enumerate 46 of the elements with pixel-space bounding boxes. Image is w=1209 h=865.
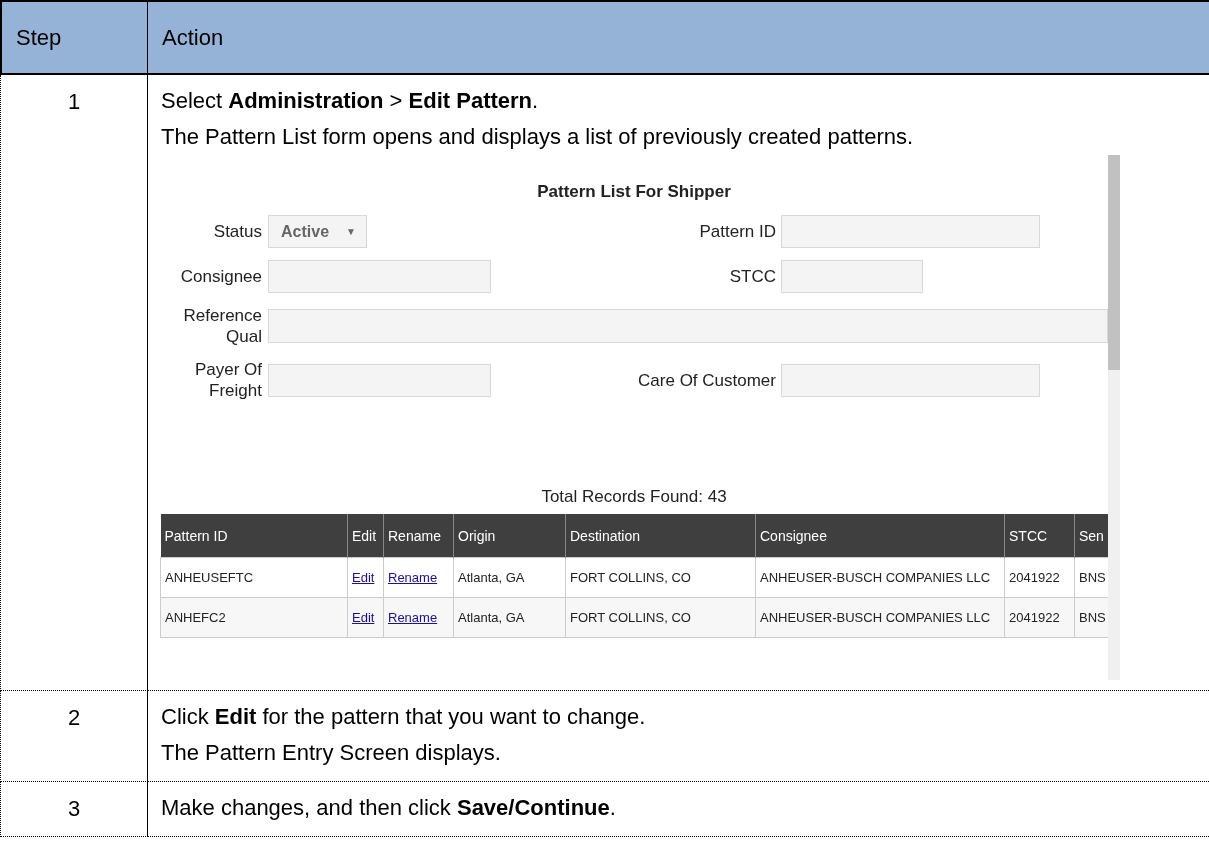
instruction-text: Make changes, and then click Save/Continue.: [161, 794, 617, 822]
step-number: 3: [67, 796, 81, 821]
field-label: Pattern ID: [698, 221, 776, 242]
step-number: 1: [67, 89, 81, 114]
field-label: STCC: [728, 266, 776, 287]
field-label: Status: [212, 221, 262, 242]
table-cell: Atlanta, GA: [453, 557, 566, 598]
input-field[interactable]: [781, 260, 923, 293]
field-label: Consignee: [179, 266, 262, 287]
table-cell: FORT COLLINS, CO: [565, 597, 756, 638]
status-dropdown[interactable]: Active ▼: [268, 215, 367, 248]
table-cell: ANHEUSEFTC: [160, 557, 348, 598]
input-field[interactable]: [781, 215, 1040, 248]
column-header: Rename: [383, 514, 454, 558]
column-header: Sen: [1074, 514, 1109, 558]
step-number: 2: [67, 705, 81, 730]
form-title: Pattern List For Shipper: [537, 181, 731, 203]
column-header: STCC: [1004, 514, 1075, 558]
table-cell: 2041922: [1004, 597, 1075, 638]
instruction-text: The Pattern List form opens and displays a list of previously created patterns.: [161, 123, 915, 151]
column-header: Origin: [453, 514, 566, 558]
table-cell: ANHEUSER-BUSCH COMPANIES LLC: [755, 597, 1005, 638]
caret-icon: ▼: [346, 221, 356, 242]
instruction-text: The Pattern Entry Screen displays.: [161, 739, 502, 767]
instruction-text: Click Edit for the pattern that you want to change.: [161, 703, 647, 731]
field-label: Care Of Customer: [637, 369, 776, 391]
table-cell: ANHEFC2: [160, 597, 348, 638]
column-header: Step: [0, 0, 148, 75]
table-cell: 2041922: [1004, 557, 1075, 598]
table-cell: ANHEUSER-BUSCH COMPANIES LLC: [755, 557, 1005, 598]
column-header: Edit: [347, 514, 384, 558]
table-cell: Atlanta, GA: [453, 597, 566, 638]
table-cell: FORT COLLINS, CO: [565, 557, 756, 598]
instruction-text: Select Administration > Edit Pattern.: [161, 87, 540, 115]
column-header: Pattern ID: [160, 514, 348, 558]
records-count: Total Records Found: 43: [540, 486, 728, 508]
input-field[interactable]: [781, 363, 1040, 397]
input-field[interactable]: [268, 363, 491, 397]
scrollbar[interactable]: [1108, 155, 1120, 680]
input-field[interactable]: [268, 309, 1108, 343]
field-label: Payer Of Freight: [193, 359, 262, 401]
column-header: Action: [148, 0, 1209, 75]
column-header: Destination: [565, 514, 756, 558]
column-header: Consignee: [755, 514, 1005, 558]
input-field[interactable]: [268, 260, 491, 293]
field-label: Reference Qual: [182, 305, 262, 347]
